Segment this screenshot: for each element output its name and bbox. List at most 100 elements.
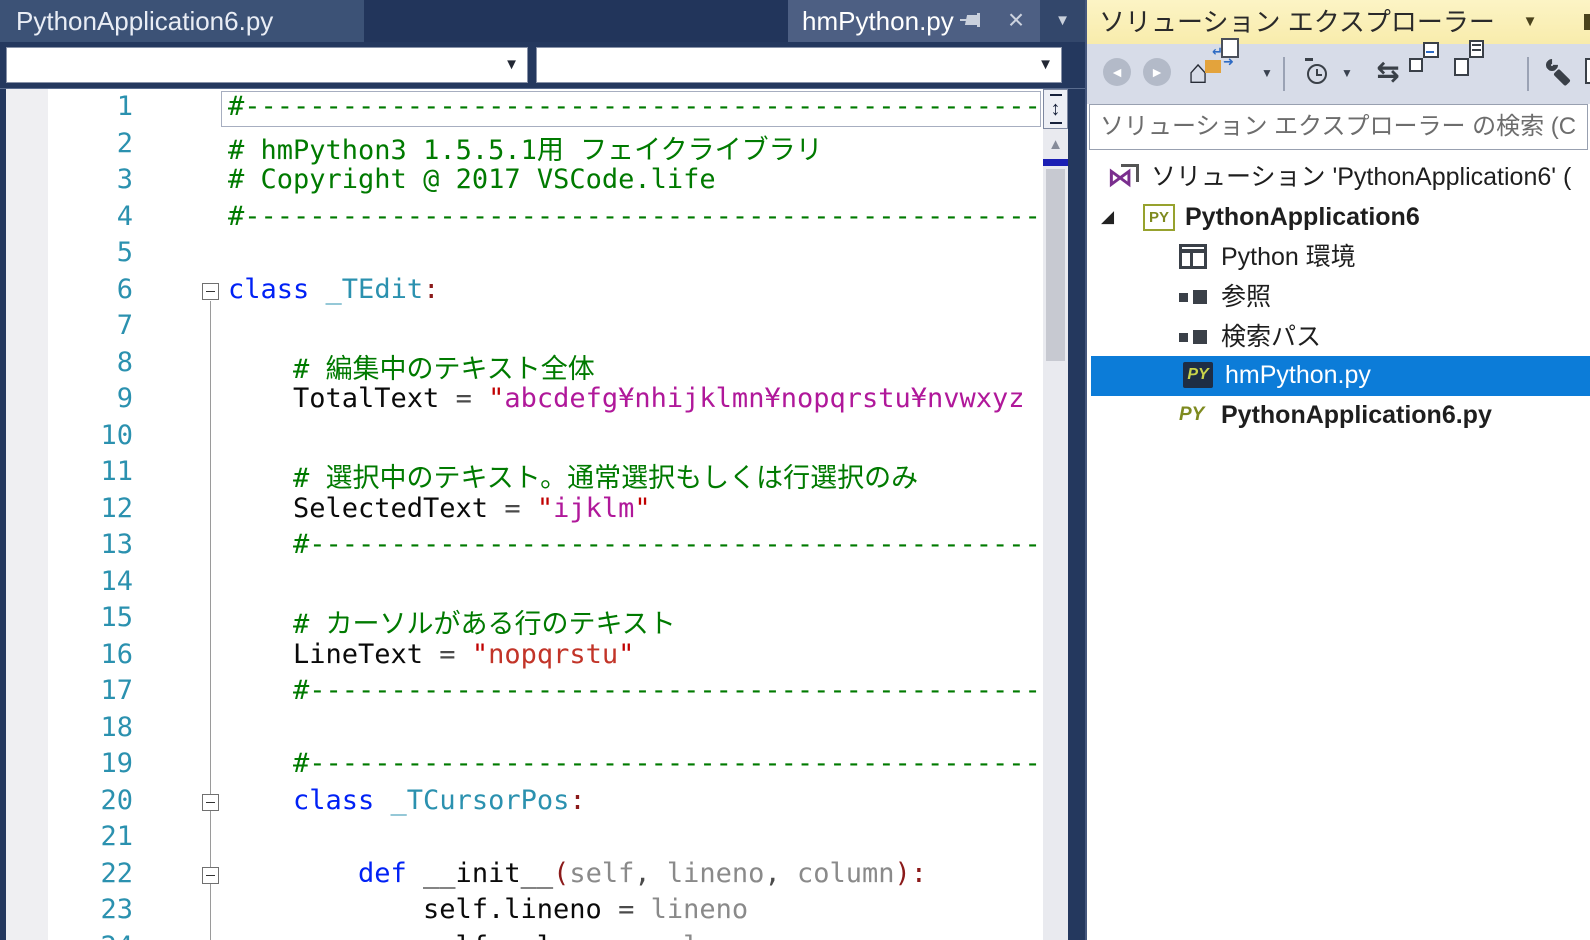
toolbar-separator [1527,57,1529,91]
line-number: 2 [48,128,133,159]
code-line[interactable]: 1#--------------------------------------… [0,91,1043,128]
code-line[interactable]: 14 [0,566,1043,603]
panel-menu-chevron-down-icon[interactable]: ▼ [1515,0,1545,44]
reference-icon [1179,290,1209,306]
code-line[interactable]: 9TotalText = "abcdefg¥nhijklmn¥nopqrstu¥… [0,383,1043,420]
code-line[interactable]: 4#--------------------------------------… [0,201,1043,238]
code-line[interactable]: 13#-------------------------------------… [0,529,1043,566]
line-number: 6 [48,274,133,305]
scrollbar-thumb[interactable] [1046,169,1065,361]
line-number: 19 [48,748,133,779]
tree-item-label: hmPython.py [1225,356,1371,394]
code-line[interactable]: 24self.column = column [0,931,1043,940]
code-line[interactable]: 8# 編集中のテキスト全体 [0,347,1043,384]
pin-icon[interactable] [960,13,982,29]
code-line[interactable]: 2# hmPython3 1.5.5.1用 フェイクライブラリ [0,128,1043,165]
reference-icon [1179,330,1209,346]
scope-dropdown[interactable]: ▼ [6,47,528,83]
code-line[interactable]: 6class _TEdit: [0,274,1043,311]
solution-explorer-search [1089,104,1588,150]
code-line[interactable]: 23self.lineno = lineno [0,894,1043,931]
solution-explorer-toolbar: ◄ ► ⌂ ➜↵ ▼ ▼ ⇆ [1087,44,1590,104]
tree-item--pythonapplication6-[interactable]: ソリューション 'PythonApplication6' ( [1087,158,1590,196]
python-env-icon [1179,244,1207,269]
fold-toggle-minus-icon[interactable] [202,283,219,300]
line-number: 17 [48,675,133,706]
tab-label: hmPython.py [802,6,954,36]
line-number: 20 [48,785,133,816]
solution-icon [1109,164,1139,190]
chevron-down-icon[interactable]: ▼ [504,48,519,82]
line-number: 8 [48,347,133,378]
tree-item-label: 検索パス [1221,318,1321,356]
line-number: 21 [48,821,133,852]
tree-item-label: PythonApplication6.py [1221,396,1492,434]
clipped-button-fragment [1585,58,1590,84]
panel-title: ソリューション エクスプローラー [1099,7,1495,37]
code-line[interactable]: 5 [0,237,1043,274]
tree-item-hmpython-py[interactable]: PYhmPython.py [1091,356,1590,396]
line-number: 22 [48,858,133,889]
fold-toggle-minus-icon[interactable] [202,794,219,811]
line-number: 9 [48,383,133,414]
code-line[interactable]: 17#-------------------------------------… [0,675,1043,712]
member-dropdown[interactable]: ▼ [536,47,1062,83]
close-icon[interactable]: × [998,0,1034,42]
line-number: 10 [48,420,133,451]
visual-studio-window: PythonApplication6.py hmPython.py × ▼ ▼ … [0,0,1590,940]
code-line[interactable]: 3# Copyright @ 2017 VSCode.life [0,164,1043,201]
line-number: 24 [48,931,133,940]
code-line[interactable]: 12SelectedText = "ijklm" [0,493,1043,530]
line-number: 3 [48,164,133,195]
fold-toggle-minus-icon[interactable] [202,867,219,884]
tree-item-python-[interactable]: Python 環境 [1087,238,1590,276]
code-line[interactable]: 20class _TCursorPos: [0,785,1043,822]
code-editor[interactable]: 1#--------------------------------------… [0,88,1085,940]
line-number: 13 [48,529,133,560]
code-line[interactable]: 22def __init__(self, lineno, column): [0,858,1043,895]
scroll-up-arrow-icon[interactable]: ▲ [1043,135,1068,155]
clipped-button-fragment [1584,14,1590,30]
code-line[interactable]: 7 [0,310,1043,347]
expander-icon[interactable]: ◢ [1101,198,1114,236]
code-line[interactable]: 16LineText = "nopqrstu" [0,639,1043,676]
tab-pythonapplication6-py[interactable]: PythonApplication6.py [0,0,364,42]
line-number: 12 [48,493,133,524]
refresh-icon[interactable]: ⇆ [1373,58,1403,88]
code-lines[interactable]: 1#--------------------------------------… [0,89,1043,940]
split-window-handle[interactable]: ↕ [1043,89,1068,129]
tree-item-label: Python 環境 [1221,238,1356,276]
solution-tree: ソリューション 'PythonApplication6' (◢ PY PythonA… [1087,152,1590,940]
code-line[interactable]: 11# 選択中のテキスト。通常選択もしくは行選択のみ [0,456,1043,493]
tree-item-pythonapplication6-py[interactable]: PY PythonApplication6.py [1087,396,1590,434]
tree-item-pythonapplication6[interactable]: ◢PYPythonApplication6 [1087,198,1590,236]
chevron-down-icon[interactable]: ▼ [1038,48,1053,82]
py-file-icon: PY [1179,402,1209,428]
tree-item-label: 参照 [1221,278,1271,316]
tab-hmpython-py[interactable]: hmPython.py × [788,0,1040,42]
line-number: 7 [48,310,133,341]
tab-list-chevron-down-icon[interactable]: ▼ [1040,0,1085,42]
search-input[interactable] [1089,104,1588,150]
line-number: 1 [48,91,133,122]
editor-navigation-bar: ▼ ▼ [0,42,1085,88]
code-line[interactable]: 15# カーソルがある行のテキスト [0,602,1043,639]
code-line[interactable]: 10 [0,420,1043,457]
code-line[interactable]: 21 [0,821,1043,858]
solution-explorer-title[interactable]: ソリューション エクスプローラー ▼ [1087,0,1590,44]
code-line[interactable]: 19#-------------------------------------… [0,748,1043,785]
line-number: 15 [48,602,133,633]
tab-label: PythonApplication6.py [16,6,273,36]
back-icon[interactable]: ◄ [1103,58,1131,86]
code-line[interactable]: 18 [0,712,1043,749]
vertical-scrollbar[interactable]: ↕ ▲ [1043,89,1068,940]
py-project-icon: PY [1143,204,1175,231]
document-tab-bar: PythonApplication6.py hmPython.py × ▼ [0,0,1085,42]
chevron-down-icon[interactable]: ▼ [1259,58,1275,88]
line-number: 5 [48,237,133,268]
chevron-down-icon[interactable]: ▼ [1339,58,1355,88]
forward-icon[interactable]: ► [1143,58,1171,86]
tree-item--[interactable]: 参照 [1087,278,1590,316]
tree-item--[interactable]: 検索パス [1087,318,1590,356]
line-number: 4 [48,201,133,232]
